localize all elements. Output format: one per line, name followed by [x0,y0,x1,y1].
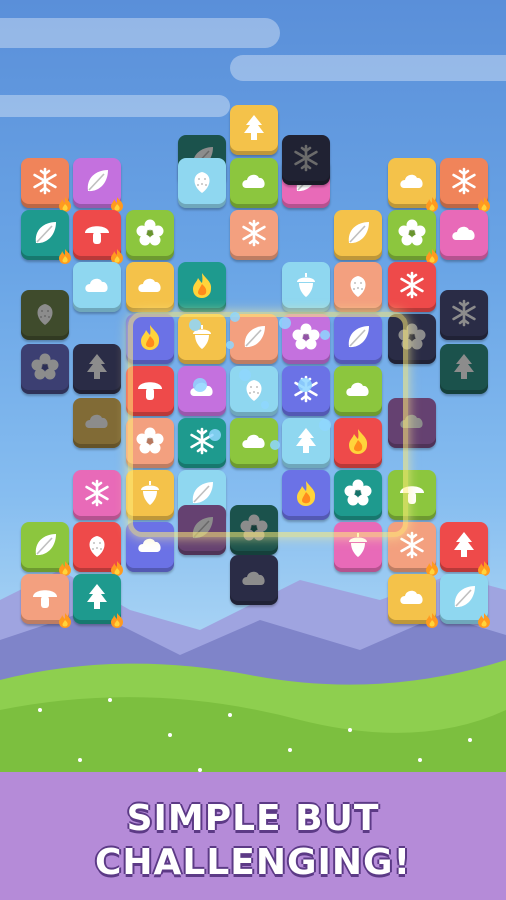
tile-mushroom[interactable] [21,574,71,628]
flower-icon [397,218,427,248]
tile-snowflake[interactable] [282,135,330,185]
tile-cloud[interactable] [73,398,121,448]
cloud-icon [82,270,112,300]
fire-icon [187,270,217,300]
tree-icon [82,582,112,612]
tile-cloud[interactable] [388,158,438,212]
cloud-icon [82,406,112,436]
leaf-icon [82,166,112,196]
tile-cloud[interactable] [230,158,278,208]
banner-title-line-2: CHALLENGING! [94,842,412,883]
mushroom-icon [82,218,112,248]
fire-badge-icon [425,612,439,628]
tile-leaf[interactable] [334,210,382,260]
fire-badge-icon [58,248,72,264]
mushroom-icon [30,582,60,612]
snowflake-icon [30,166,60,196]
flower-icon [135,218,165,248]
tile-leaf[interactable] [21,522,71,576]
cloud-icon [449,218,479,248]
snowflake-icon [82,478,112,508]
snowflake-icon [291,143,321,173]
leaf-icon [449,582,479,612]
tile-snowflake[interactable] [230,210,278,260]
tree-icon [449,352,479,382]
cloud-icon [239,166,269,196]
tile-snowflake[interactable] [388,262,436,312]
tile-cloud[interactable] [126,262,174,312]
match-path-highlight [128,312,408,537]
cloud-icon [397,166,427,196]
tile-fire[interactable] [178,262,226,312]
fire-badge-icon [477,612,491,628]
fire-badge-icon [58,612,72,628]
snowflake-icon [449,166,479,196]
tile-acorn[interactable] [282,262,330,312]
fire-badge-icon [110,612,124,628]
banner-title-line-1: SIMPLE BUT [126,798,380,839]
tile-mushroom[interactable] [73,210,123,264]
leaf-icon [30,218,60,248]
cloud-icon [239,563,269,593]
tile-snowflake[interactable] [440,158,490,212]
tile-flower[interactable] [388,210,438,264]
game-scene: SIMPLE BUT CHALLENGING! [0,0,506,900]
tree-icon [449,530,479,560]
tile-tree[interactable] [440,344,488,394]
cloud-icon [135,270,165,300]
tile-cloud[interactable] [388,574,438,628]
tile-cloud[interactable] [440,210,488,260]
strawberry-icon [30,298,60,328]
strawberry-icon [187,166,217,196]
tile-strawberry[interactable] [334,262,382,312]
tile-tree[interactable] [440,522,490,576]
tile-tree[interactable] [73,344,121,394]
tree-icon [82,352,112,382]
tile-tree[interactable] [230,105,278,155]
tree-icon [239,113,269,143]
tile-leaf[interactable] [21,210,71,264]
tile-snowflake[interactable] [21,158,71,212]
tile-flower[interactable] [126,210,174,260]
snowflake-icon [449,298,479,328]
tile-leaf[interactable] [73,158,123,212]
tile-snowflake[interactable] [440,290,488,340]
cloud-icon [397,582,427,612]
tile-flower[interactable] [21,344,69,394]
snowflake-icon [239,218,269,248]
snowflake-icon [397,270,427,300]
tile-strawberry[interactable] [178,158,226,208]
flower-icon [30,352,60,382]
leaf-icon [30,530,60,560]
tile-leaf[interactable] [440,574,490,628]
strawberry-icon [82,530,112,560]
tile-cloud[interactable] [230,555,278,605]
tile-cloud[interactable] [73,262,121,312]
tile-snowflake[interactable] [73,470,121,520]
tile-strawberry[interactable] [21,290,69,340]
strawberry-icon [343,270,373,300]
leaf-icon [343,218,373,248]
tile-strawberry[interactable] [73,522,123,576]
acorn-icon [291,270,321,300]
tile-tree[interactable] [73,574,123,628]
